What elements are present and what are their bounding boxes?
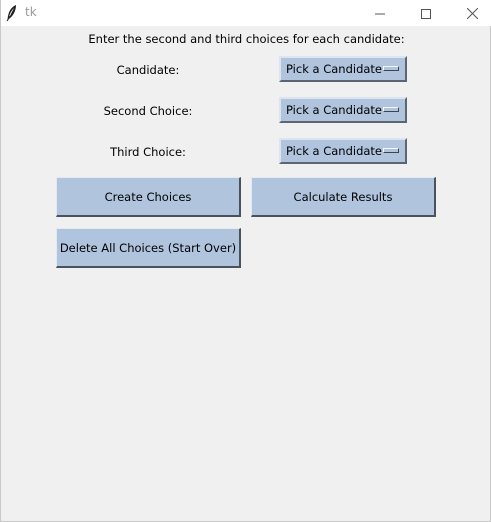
second-choice-label: Second Choice: [103,104,193,118]
title-bar[interactable]: tk [1,0,491,26]
candidate-label: Candidate: [116,63,180,77]
close-icon [466,4,478,23]
minimize-icon [375,4,385,23]
instruction-label: Enter the second and third choices for e… [88,32,405,46]
option-menu-indicator-icon [383,66,399,71]
close-button[interactable] [449,0,491,26]
app-window: tk Enter the second and third choices fo… [0,0,491,522]
second-choice-option-menu[interactable]: Pick a Candidate [279,97,407,123]
feather-icon [5,4,19,22]
third-choice-selected-value: Pick a Candidate [286,144,383,158]
delete-all-choices-button[interactable]: Delete All Choices (Start Over) [56,228,241,268]
third-choice-label: Third Choice: [110,145,186,159]
calculate-results-button[interactable]: Calculate Results [251,177,436,217]
window-title: tk [25,5,37,19]
maximize-button[interactable] [403,0,449,26]
candidate-selected-value: Pick a Candidate [286,62,383,76]
create-choices-button[interactable]: Create Choices [56,177,241,217]
candidate-option-menu[interactable]: Pick a Candidate [279,56,407,82]
option-menu-indicator-icon [383,107,399,112]
minimize-button[interactable] [357,0,403,26]
second-choice-selected-value: Pick a Candidate [286,103,383,117]
option-menu-indicator-icon [383,148,399,153]
third-choice-option-menu[interactable]: Pick a Candidate [279,138,407,164]
maximize-icon [421,4,431,23]
